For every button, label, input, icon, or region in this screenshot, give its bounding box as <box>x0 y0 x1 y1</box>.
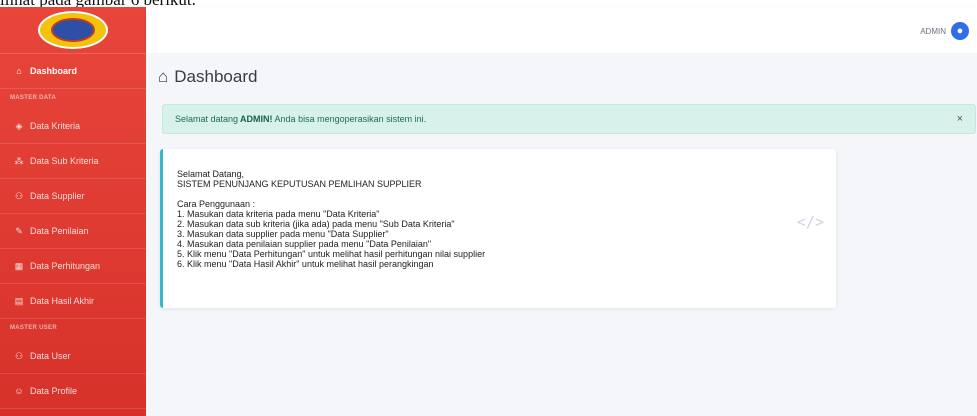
sidebar-heading-master-user: MASTER USER <box>10 325 57 331</box>
page-title: ⌂ Dashboard <box>158 67 257 87</box>
card-step: 1. Masukan data kriteria pada menu "Data… <box>177 209 380 219</box>
sidebar-item-label: Data Sub Kriteria <box>30 156 99 166</box>
sidebar-item-label: Data Hasil Akhir <box>30 296 95 306</box>
card-step: 2. Masukan data sub kriteria (jika ada) … <box>177 219 455 229</box>
sidebar-heading-master-data: MASTER DATA <box>10 95 57 101</box>
cube-icon: ◈ <box>15 120 23 131</box>
home-icon: ⌂ <box>158 67 169 86</box>
sidebar-item-data-penilaian[interactable]: ✎ Data Penilaian <box>0 214 146 249</box>
welcome-alert: Selamat datang ADMIN! Anda bisa mengoper… <box>162 104 976 134</box>
user-group-icon: ⚇ <box>14 350 24 361</box>
sidebar-item-data-kriteria[interactable]: ◈ Data Kriteria <box>0 109 146 144</box>
brand-logo <box>38 11 108 49</box>
edit-icon: ✎ <box>15 225 23 236</box>
sidebar-item-data-sub-kriteria[interactable]: ⁂ Data Sub Kriteria <box>0 144 146 179</box>
alert-suffix: Anda bisa mengoperasikan sistem ini. <box>274 114 427 124</box>
card-usage-title: Cara Penggunaan : <box>177 199 256 209</box>
sidebar-item-data-hasil-akhir[interactable]: ▤ Data Hasil Akhir <box>0 284 146 319</box>
info-card: Selamat Datang, SISTEM PENUNJANG KEPUTUS… <box>160 149 836 308</box>
card-step: 5. Klik menu "Data Perhitungan" untuk me… <box>177 249 486 259</box>
sidebar-item-data-user[interactable]: ⚇ Data User <box>0 339 146 374</box>
card-greeting: Selamat Datang, <box>177 169 245 179</box>
card-step: 3. Masukan data supplier pada menu "Data… <box>177 229 389 239</box>
sidebar-item-label: Data Kriteria <box>30 121 81 131</box>
sidebar-item-data-supplier[interactable]: ⚇ Data Supplier <box>0 179 146 214</box>
sidebar-item-label: Data Supplier <box>30 191 85 201</box>
code-icon: </> <box>796 213 824 231</box>
card-step: 4. Masukan data penilaian supplier pada … <box>177 239 432 249</box>
home-icon: ⌂ <box>16 66 22 76</box>
user-name: ADMIN <box>920 26 946 36</box>
cubes-icon: ⁂ <box>14 155 24 166</box>
sidebar: ⌂ Dashboard MASTER DATA ◈ Data Kriteria … <box>0 7 146 416</box>
topbar: ADMIN ● <box>146 7 977 53</box>
sidebar-item-data-profile[interactable]: ☺ Data Profile <box>0 374 146 409</box>
sidebar-item-label: Data Penilaian <box>30 226 89 236</box>
user-avatar-icon: ● <box>951 22 969 40</box>
close-icon[interactable]: × <box>957 113 963 125</box>
sidebar-item-label: Data Perhitungan <box>30 261 101 271</box>
users-icon: ⚇ <box>14 190 24 201</box>
sidebar-item-label: Data Profile <box>30 386 78 396</box>
sidebar-item-label: Dashboard <box>30 66 78 76</box>
calculator-icon: ▦ <box>14 260 24 271</box>
card-system-name: SISTEM PENUNJANG KEPUTUSAN PEMLIHAN SUPP… <box>177 179 422 189</box>
chart-icon: ▤ <box>14 295 24 306</box>
main-content: ⌂ Dashboard Selamat datang ADMIN! Anda b… <box>146 53 977 416</box>
sidebar-item-label: Data User <box>30 351 71 361</box>
user-menu[interactable]: ADMIN ● <box>920 22 969 40</box>
page-title-text: Dashboard <box>174 67 258 86</box>
user-icon: ☺ <box>14 386 24 396</box>
sidebar-item-data-perhitungan[interactable]: ▦ Data Perhitungan <box>0 249 146 284</box>
sidebar-item-dashboard[interactable]: ⌂ Dashboard <box>0 54 146 89</box>
alert-username: ADMIN! <box>240 114 273 124</box>
sidebar-brand[interactable] <box>0 7 146 54</box>
alert-prefix: Selamat datang <box>175 114 239 124</box>
card-step: 6. Klik menu "Data Hasil Akhir" untuk me… <box>177 259 434 269</box>
